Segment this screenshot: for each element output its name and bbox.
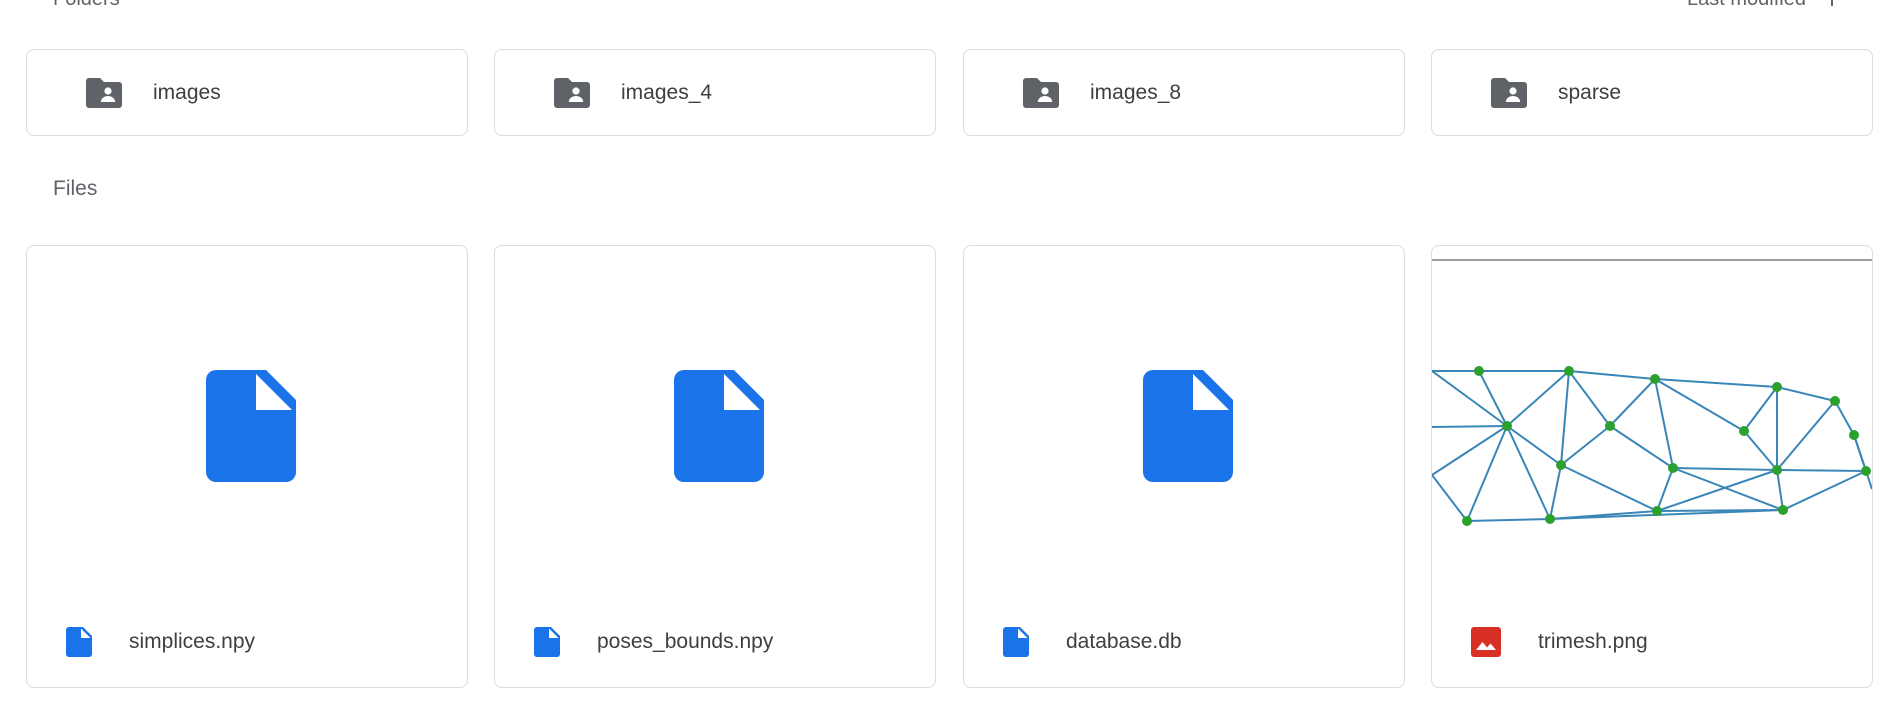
mesh-edge bbox=[1609, 378, 1656, 427]
shared-folder-icon bbox=[554, 77, 590, 108]
mesh-edge bbox=[1834, 400, 1855, 436]
trimesh-thumbnail bbox=[1432, 259, 1872, 526]
shared-folder-icon bbox=[1491, 77, 1527, 108]
file-name: trimesh.png bbox=[1538, 630, 1648, 653]
sort-label: Last modified bbox=[1687, 0, 1806, 11]
document-icon bbox=[66, 627, 92, 657]
mesh-node bbox=[1556, 460, 1566, 470]
files-section-title: Files bbox=[53, 177, 98, 200]
mesh-node bbox=[1545, 514, 1555, 524]
mesh-edge bbox=[1776, 400, 1836, 471]
mesh-edge bbox=[1549, 464, 1562, 520]
file-footer: trimesh.png bbox=[1432, 597, 1872, 687]
document-icon bbox=[1143, 370, 1233, 482]
document-icon bbox=[534, 627, 560, 657]
mesh-edge bbox=[1506, 370, 1570, 427]
mesh-edge bbox=[1506, 425, 1551, 520]
mesh-edge bbox=[1568, 370, 1611, 427]
mesh-edge bbox=[1432, 425, 1508, 428]
mesh-edge bbox=[1776, 386, 1836, 402]
mesh-edge bbox=[1478, 370, 1508, 427]
document-icon bbox=[206, 370, 296, 482]
mesh-edges bbox=[1432, 370, 1872, 522]
mesh-edge bbox=[1654, 378, 1745, 432]
file-preview bbox=[495, 246, 935, 596]
mesh-edge bbox=[1743, 430, 1778, 471]
mesh-edge bbox=[1560, 425, 1611, 466]
document-icon bbox=[1003, 627, 1029, 657]
folder-name: sparse bbox=[1558, 80, 1622, 104]
mesh-node bbox=[1564, 366, 1574, 376]
folder-card-images-8[interactable]: images_8 bbox=[963, 49, 1405, 136]
file-name: simplices.npy bbox=[129, 630, 256, 653]
file-card-database[interactable]: database.db bbox=[963, 245, 1405, 688]
file-preview bbox=[964, 246, 1404, 596]
mesh-edge bbox=[1776, 469, 1784, 511]
folder-name: images bbox=[153, 80, 221, 104]
mesh-edge bbox=[1560, 464, 1658, 512]
mesh-edge bbox=[1656, 467, 1674, 512]
sort-control[interactable]: Last modified bbox=[1687, 0, 1840, 11]
image-icon bbox=[1471, 627, 1501, 657]
file-card-simplices[interactable]: simplices.npy bbox=[26, 245, 468, 688]
mesh-node bbox=[1462, 516, 1472, 526]
mesh-node bbox=[1652, 506, 1662, 516]
folders-section-title: Folders bbox=[53, 0, 120, 11]
mesh-node bbox=[1849, 430, 1859, 440]
mesh-edge bbox=[1560, 370, 1570, 466]
mesh-edge bbox=[1466, 518, 1551, 522]
file-preview bbox=[27, 246, 467, 596]
mesh-node bbox=[1650, 374, 1660, 384]
folder-card-images[interactable]: images bbox=[26, 49, 468, 136]
mesh-edge bbox=[1654, 378, 1674, 469]
mesh-edge bbox=[1432, 370, 1508, 427]
folder-name: images_8 bbox=[1090, 80, 1182, 104]
mesh-edge bbox=[1656, 469, 1778, 512]
mesh-node bbox=[1668, 463, 1678, 473]
mesh-node bbox=[1772, 465, 1782, 475]
mesh-edge bbox=[1672, 467, 1778, 471]
file-footer: simplices.npy bbox=[27, 597, 467, 687]
folder-card-images-4[interactable]: images_4 bbox=[494, 49, 936, 136]
file-footer: database.db bbox=[964, 597, 1404, 687]
shared-folder-icon bbox=[1023, 77, 1059, 108]
arrow-up-icon bbox=[1831, 0, 1833, 6]
folder-card-sparse[interactable]: sparse bbox=[1431, 49, 1873, 136]
mesh-edge bbox=[1609, 425, 1674, 469]
file-card-poses-bounds[interactable]: poses_bounds.npy bbox=[494, 245, 936, 688]
folder-name: images_4 bbox=[621, 80, 713, 104]
mesh-node bbox=[1778, 505, 1788, 515]
mesh-node bbox=[1772, 382, 1782, 392]
mesh-edge bbox=[1853, 434, 1872, 490]
mesh-edge bbox=[1432, 474, 1468, 522]
file-name: poses_bounds.npy bbox=[597, 630, 774, 653]
mesh-edge bbox=[1568, 370, 1656, 380]
mesh-edge bbox=[1776, 469, 1867, 472]
mesh-edge bbox=[1654, 378, 1778, 388]
mesh-node bbox=[1830, 396, 1840, 406]
mesh-node bbox=[1474, 366, 1484, 376]
file-card-trimesh[interactable]: trimesh.png bbox=[1431, 245, 1873, 688]
file-footer: poses_bounds.npy bbox=[495, 597, 935, 687]
mesh-node bbox=[1502, 421, 1512, 431]
file-name: database.db bbox=[1066, 630, 1182, 653]
shared-folder-icon bbox=[86, 77, 122, 108]
image-thumbnail bbox=[1432, 246, 1872, 596]
mesh-nodes bbox=[1462, 366, 1871, 526]
mesh-node bbox=[1739, 426, 1749, 436]
document-icon bbox=[674, 370, 764, 482]
mesh-edge bbox=[1782, 470, 1867, 511]
mesh-node bbox=[1861, 466, 1871, 476]
mesh-edge bbox=[1743, 386, 1778, 432]
mesh-node bbox=[1605, 421, 1615, 431]
